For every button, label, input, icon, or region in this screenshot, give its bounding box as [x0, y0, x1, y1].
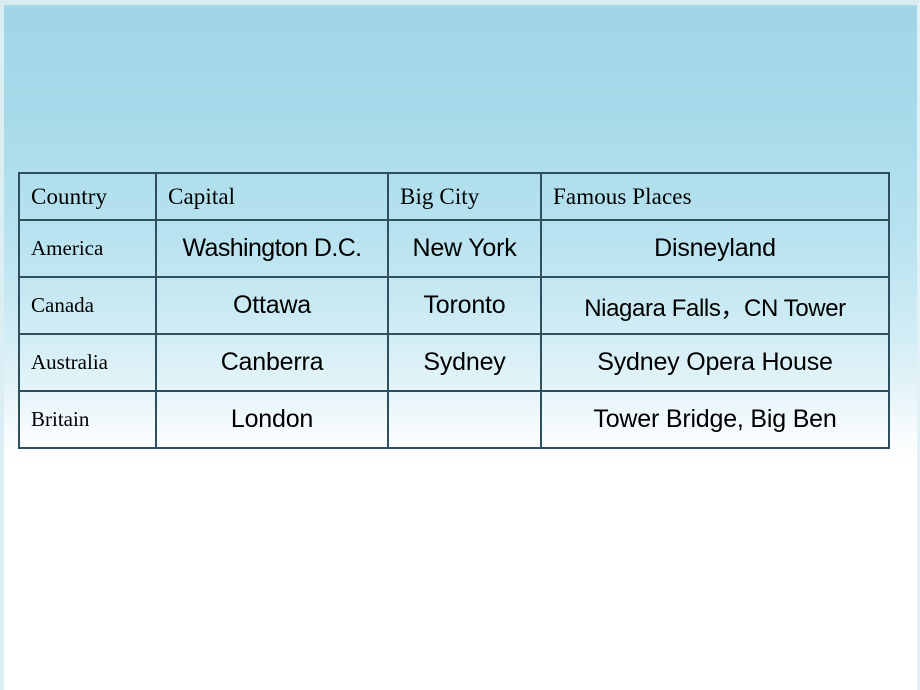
table-header: Country Capital Big City Famous Places [18, 172, 890, 221]
column-header-country: Country [18, 172, 157, 221]
cell-country-canada: Canada [18, 276, 157, 335]
cell-country-america: America [18, 219, 157, 278]
cell-famous-places-britain: Tower Bridge, Big Ben [540, 390, 890, 449]
table-body: America Washington D.C. New York Disneyl… [18, 219, 890, 449]
cell-famous-places-canada: Niagara Falls，CN Tower [540, 276, 890, 335]
cell-capital-canada: Ottawa [155, 276, 389, 335]
column-header-big-city: Big City [387, 172, 542, 221]
table-row: Britain London Tower Bridge, Big Ben [18, 390, 890, 449]
cell-country-britain: Britain [18, 390, 157, 449]
column-header-capital: Capital [155, 172, 389, 221]
cell-capital-america: Washington D.C. [155, 219, 389, 278]
cell-famous-places-america: Disneyland [540, 219, 890, 278]
slide: Country Capital Big City Famous Places A… [0, 0, 920, 690]
table-row: Australia Canberra Sydney Sydney Opera H… [18, 333, 890, 392]
cell-big-city-britain [387, 390, 542, 449]
cell-famous-places-australia: Sydney Opera House [540, 333, 890, 392]
country-information-table: Country Capital Big City Famous Places A… [18, 172, 890, 449]
cell-country-australia: Australia [18, 333, 157, 392]
table-header-row: Country Capital Big City Famous Places [18, 172, 890, 221]
table-row: Canada Ottawa Toronto Niagara Falls，CN T… [18, 276, 890, 335]
table-row: America Washington D.C. New York Disneyl… [18, 219, 890, 278]
column-header-famous-places: Famous Places [540, 172, 890, 221]
cell-big-city-america: New York [387, 219, 542, 278]
cell-capital-britain: London [155, 390, 389, 449]
cell-big-city-australia: Sydney [387, 333, 542, 392]
cell-big-city-canada: Toronto [387, 276, 542, 335]
cell-capital-australia: Canberra [155, 333, 389, 392]
